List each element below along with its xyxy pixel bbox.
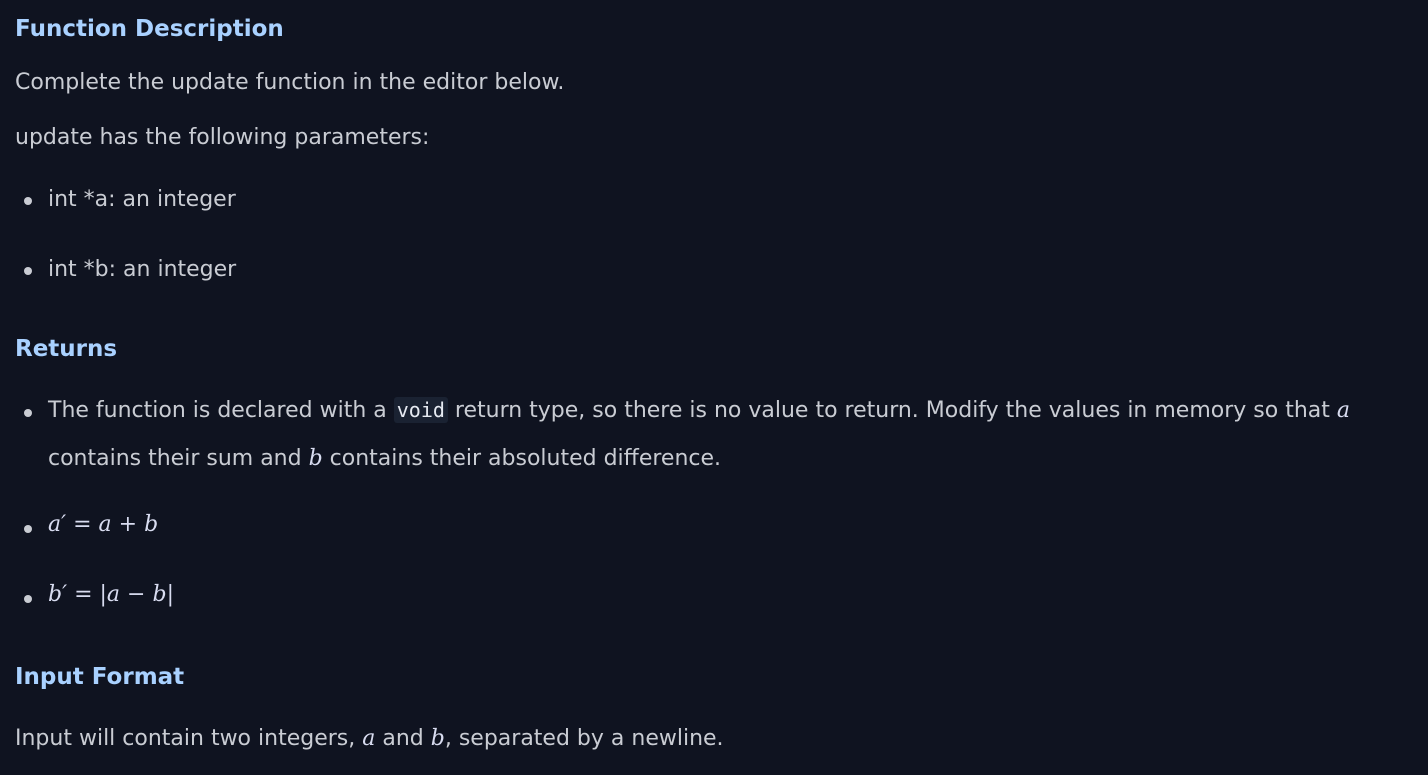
math-lhs: a′ — [48, 512, 67, 537]
input-text: , separated by a newline. — [444, 726, 724, 751]
math-var-b: b — [430, 726, 445, 751]
input-text: Input will contain two integers, — [15, 726, 363, 751]
math-var-b: b — [144, 512, 159, 537]
math-lhs: b′ — [48, 582, 68, 607]
bullet-dot — [24, 267, 32, 275]
returns-text: The function is declared with a — [48, 398, 394, 423]
math-var-b: b — [152, 582, 167, 607]
function-description-heading: Function Description — [15, 16, 284, 42]
bullet-dot — [24, 595, 32, 603]
math-var-a: a — [98, 512, 112, 537]
math-var-a: a — [106, 582, 121, 607]
param-item-a: int *a: an integer — [48, 187, 236, 212]
returns-text: contains their absoluted difference. — [322, 446, 722, 471]
param-item-b: int *b: an integer — [48, 257, 237, 282]
void-code: void — [393, 397, 448, 423]
math-eq: = — [67, 582, 100, 607]
formula-b-prime: b′ = |a − b| — [48, 582, 174, 607]
math-abs-bar: | — [99, 582, 107, 607]
returns-heading: Returns — [15, 336, 118, 362]
math-op: + — [111, 512, 145, 537]
formula-a-prime: a′ = a + b — [48, 512, 158, 537]
math-abs-bar: | — [166, 582, 174, 607]
math-var-a: a — [1336, 398, 1350, 423]
math-op: − — [120, 582, 153, 607]
parameters-intro: update has the following parameters: — [15, 125, 430, 150]
input-format-text: Input will contain two integers, a and b… — [15, 726, 724, 751]
math-eq: = — [66, 512, 99, 537]
math-var-a: a — [362, 726, 376, 751]
returns-description-line1: The function is declared with a void ret… — [48, 397, 1350, 423]
problem-statement: Function Description Complete the update… — [0, 0, 1428, 775]
bullet-dot — [24, 525, 32, 533]
returns-description-line2: contains their sum and b contains their … — [48, 446, 721, 471]
function-description-intro: Complete the update function in the edit… — [15, 70, 565, 95]
math-var-b: b — [308, 446, 323, 471]
bullet-dot — [24, 409, 32, 417]
input-text: and — [375, 726, 431, 751]
bullet-dot — [24, 197, 32, 205]
input-format-heading: Input Format — [15, 664, 185, 690]
returns-text: contains their sum and — [48, 446, 309, 471]
returns-text: return type, so there is no value to ret… — [447, 398, 1337, 423]
